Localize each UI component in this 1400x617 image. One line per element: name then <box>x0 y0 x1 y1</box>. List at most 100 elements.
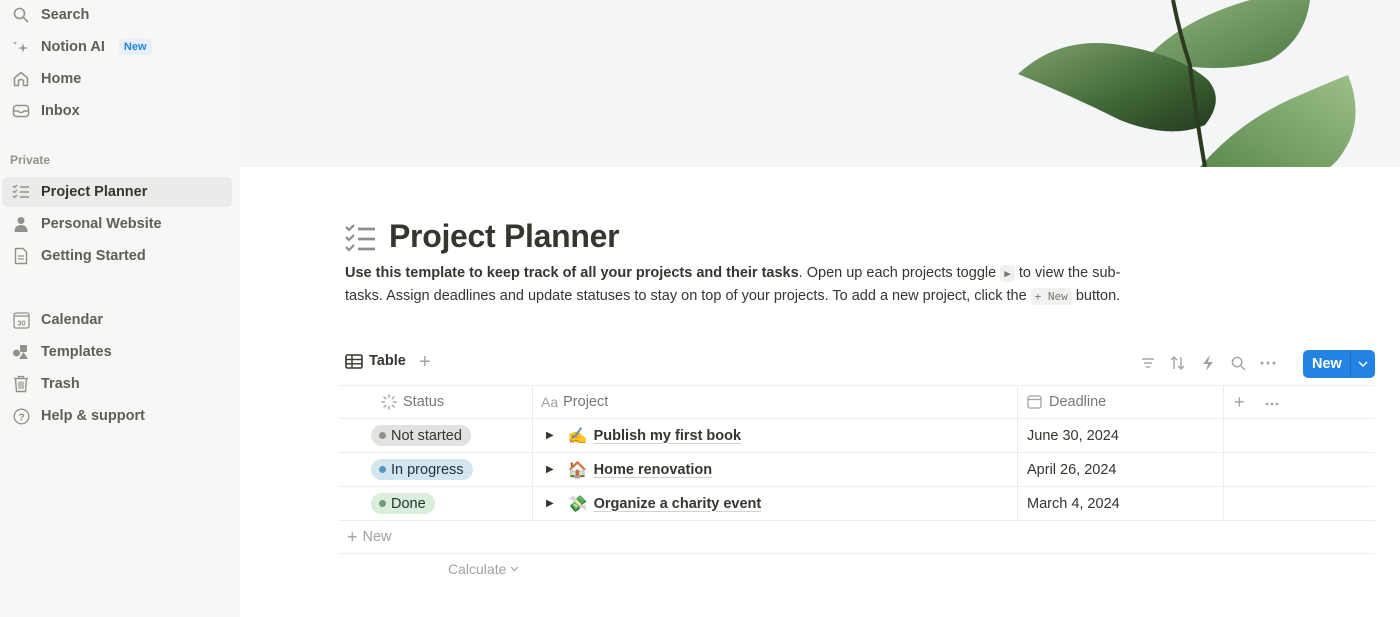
sidebar: Search Notion AI New Home Inbox Private … <box>0 0 240 617</box>
new-button-label[interactable]: New <box>1303 350 1351 378</box>
project-emoji-icon: 💸 <box>567 494 588 513</box>
new-badge: New <box>118 39 152 55</box>
column-label: Project <box>563 394 609 410</box>
status-label: Done <box>391 495 426 512</box>
document-icon <box>11 246 31 266</box>
more-icon[interactable] <box>1259 354 1277 372</box>
chevron-down-icon[interactable] <box>1351 361 1375 367</box>
status-badge[interactable]: In progress <box>371 459 473 480</box>
status-label: In progress <box>391 461 464 478</box>
chevron-down-icon <box>510 566 519 572</box>
deadline-cell[interactable]: March 4, 2024 <box>1018 487 1224 520</box>
column-header-deadline[interactable]: Deadline <box>1018 386 1224 418</box>
sidebar-item-project-planner[interactable]: Project Planner <box>2 177 232 207</box>
filter-icon[interactable] <box>1139 354 1157 372</box>
status-icon <box>381 394 397 410</box>
column-label: Deadline <box>1049 394 1107 410</box>
sidebar-item-label: Home <box>41 71 82 87</box>
page-title[interactable]: Project Planner <box>389 218 620 255</box>
table-row[interactable]: In progress ▶ 🏠 Home renovation April 26… <box>339 453 1375 487</box>
add-view-button[interactable]: + <box>419 351 431 374</box>
tab-label: Table <box>369 353 406 369</box>
calendar-icon <box>1027 395 1042 409</box>
sidebar-item-calendar[interactable]: 30 Calendar <box>2 305 232 335</box>
calculate-dropdown[interactable]: Calculate <box>448 561 519 577</box>
project-emoji-icon: ✍️ <box>567 426 588 445</box>
toggle-triangle-icon[interactable]: ▶ <box>546 498 554 509</box>
page-description[interactable]: Use this template to keep track of all y… <box>345 262 1145 308</box>
sidebar-item-label: Project Planner <box>41 184 148 200</box>
add-new-row-button[interactable]: + New <box>339 521 1375 554</box>
empty-cell[interactable] <box>1224 419 1375 452</box>
column-header-status[interactable]: Status <box>339 386 533 418</box>
sidebar-item-templates[interactable]: Templates <box>2 337 232 367</box>
templates-icon <box>11 342 31 362</box>
toggle-triangle-icon[interactable]: ▶ <box>546 430 554 441</box>
status-badge[interactable]: Done <box>371 493 435 514</box>
table-row[interactable]: Done ▶ 💸 Organize a charity event March … <box>339 487 1375 521</box>
checklist-icon[interactable] <box>344 224 376 254</box>
toggle-code: ▶ <box>1000 265 1015 282</box>
inbox-icon <box>11 101 31 121</box>
status-dot <box>379 466 386 473</box>
project-table: Status Aa Project Deadline + Not started… <box>339 385 1375 554</box>
sidebar-item-personal-website[interactable]: Personal Website <box>2 209 232 239</box>
empty-cell[interactable] <box>1224 453 1375 486</box>
sidebar-item-label: Inbox <box>41 103 80 119</box>
status-cell[interactable]: Not started <box>339 419 533 452</box>
project-link[interactable]: Publish my first book <box>594 428 741 444</box>
plus-icon: + <box>347 526 358 547</box>
deadline-cell[interactable]: June 30, 2024 <box>1018 419 1224 452</box>
sidebar-item-label: Help & support <box>41 408 145 424</box>
text-type-icon: Aa <box>541 394 559 410</box>
project-cell[interactable]: ▶ 🏠 Home renovation <box>533 453 1018 486</box>
add-property-button[interactable]: + <box>1234 392 1245 413</box>
toggle-triangle-icon[interactable]: ▶ <box>546 464 554 475</box>
status-cell[interactable]: In progress <box>339 453 533 486</box>
status-dot <box>379 432 386 439</box>
person-icon <box>11 214 31 234</box>
column-header-actions: + <box>1224 386 1375 418</box>
table-row[interactable]: Not started ▶ ✍️ Publish my first book J… <box>339 419 1375 453</box>
new-button[interactable]: New <box>1303 350 1375 378</box>
project-link[interactable]: Home renovation <box>594 462 712 478</box>
column-label: Status <box>403 394 445 410</box>
calendar-icon: 30 <box>11 310 31 330</box>
status-cell[interactable]: Done <box>339 487 533 520</box>
description-text: . Open up each projects toggle <box>798 265 1001 281</box>
description-bold: Use this template to keep track of all y… <box>345 265 799 281</box>
status-label: Not started <box>391 427 462 444</box>
sidebar-item-home[interactable]: Home <box>2 64 232 94</box>
more-icon[interactable] <box>1265 394 1279 410</box>
new-code: + New <box>1030 288 1072 305</box>
cover-image[interactable] <box>240 0 1400 167</box>
search-icon[interactable] <box>1229 354 1247 372</box>
sidebar-item-inbox[interactable]: Inbox <box>2 96 232 126</box>
project-emoji-icon: 🏠 <box>567 460 588 479</box>
sidebar-item-getting-started[interactable]: Getting Started <box>2 241 232 271</box>
calculate-label: Calculate <box>448 561 507 577</box>
sidebar-section-private: Private <box>10 153 51 167</box>
home-icon <box>11 69 31 89</box>
checklist-icon <box>11 182 31 202</box>
table-icon <box>345 353 363 369</box>
sidebar-item-notion-ai[interactable]: Notion AI New <box>2 32 232 62</box>
column-header-project[interactable]: Aa Project <box>533 386 1018 418</box>
new-row-label: New <box>362 529 392 545</box>
automation-icon[interactable] <box>1199 354 1217 372</box>
project-cell[interactable]: ▶ ✍️ Publish my first book <box>533 419 1018 452</box>
trash-icon <box>11 374 31 394</box>
deadline-cell[interactable]: April 26, 2024 <box>1018 453 1224 486</box>
sidebar-item-help-support[interactable]: ? Help & support <box>2 401 232 431</box>
sidebar-item-search[interactable]: Search <box>2 0 232 30</box>
sidebar-item-label: Getting Started <box>41 248 146 264</box>
sidebar-item-label: Templates <box>41 344 112 360</box>
empty-cell[interactable] <box>1224 487 1375 520</box>
database-view-bar: Table + New <box>345 350 1375 378</box>
tab-table[interactable]: Table <box>345 353 406 369</box>
status-badge[interactable]: Not started <box>371 425 471 446</box>
project-link[interactable]: Organize a charity event <box>594 496 762 512</box>
project-cell[interactable]: ▶ 💸 Organize a charity event <box>533 487 1018 520</box>
sidebar-item-trash[interactable]: Trash <box>2 369 232 399</box>
sort-icon[interactable] <box>1169 354 1187 372</box>
